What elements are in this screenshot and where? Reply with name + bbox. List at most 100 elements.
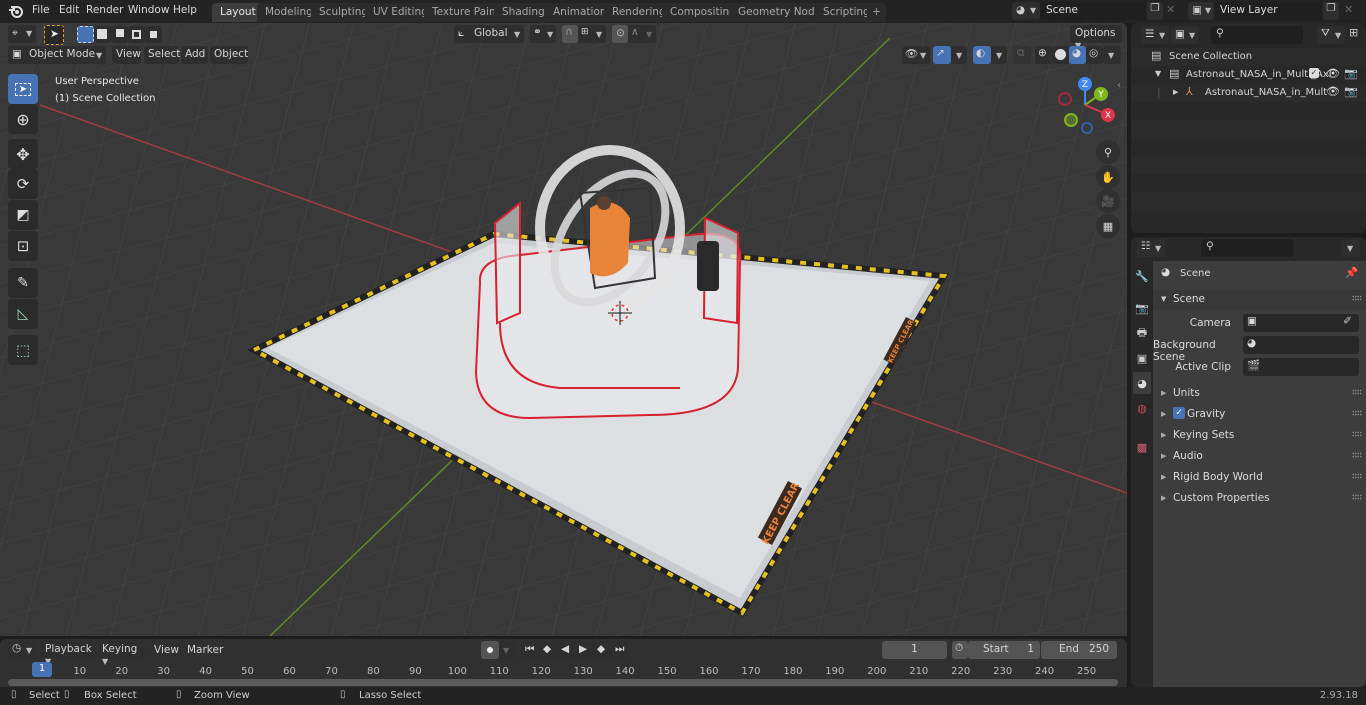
gizmo-neg-x[interactable]	[1058, 92, 1072, 106]
tab-scene[interactable]: ◕	[1133, 372, 1151, 394]
background-scene-field[interactable]: ◕	[1243, 336, 1359, 354]
tab-texture[interactable]: ▩	[1133, 436, 1151, 458]
playback-dropdown[interactable]: Playback ▼	[40, 641, 96, 666]
overlays-toggle[interactable]: ◐	[973, 46, 991, 64]
outliner-search-input[interactable]: ⚲	[1211, 26, 1303, 44]
menu-window[interactable]: Window	[128, 4, 169, 16]
camera-view-button[interactable]: 🎥	[1096, 189, 1120, 213]
mode-dropdown[interactable]: ▣ Object Mode ▼	[8, 46, 106, 64]
menu-edit[interactable]: Edit	[59, 4, 79, 16]
timeline-scrollbar[interactable]	[8, 679, 1118, 686]
editor-type-button[interactable]: ⌖ ▼	[8, 25, 36, 43]
eye-icon[interactable]: 👁	[1326, 85, 1340, 98]
menu-object[interactable]: Object	[210, 46, 248, 64]
timeline-editor-type-button[interactable]: ◷ ▼	[8, 641, 36, 659]
panel-custom-properties[interactable]: ▶ Custom Properties	[1153, 489, 1366, 509]
scene-name-field[interactable]: Scene	[1040, 2, 1146, 20]
preview-range-toggle[interactable]: ⏱	[952, 641, 968, 659]
exclude-checkbox[interactable]: ✓	[1309, 68, 1319, 78]
zoom-view-button[interactable]: ⚲	[1096, 140, 1120, 164]
display-mode-dropdown[interactable]: ▣ ▼	[1171, 26, 1199, 44]
tool-move[interactable]: ✥	[8, 139, 38, 169]
drag-handle-icon[interactable]	[1352, 389, 1362, 395]
menu-view[interactable]: View	[112, 46, 141, 64]
expand-arrow-icon[interactable]: ▶	[1173, 88, 1178, 96]
overlays-dropdown[interactable]: ▼	[991, 46, 1007, 64]
next-keyframe-icon[interactable]: ◆	[597, 643, 605, 655]
tool-add-cube[interactable]: ⬚	[8, 335, 38, 365]
properties-editor-type-button[interactable]: ☷ ▼	[1137, 239, 1165, 257]
gizmo-neg-y[interactable]	[1064, 113, 1078, 127]
menu-select[interactable]: Select	[144, 46, 180, 64]
tool-scale[interactable]: ◩	[8, 200, 38, 230]
panel-units[interactable]: ▶ Units	[1153, 384, 1366, 404]
tab-render[interactable]: 📷	[1133, 297, 1151, 319]
end-frame-field[interactable]: End 250	[1041, 641, 1117, 659]
start-frame-field[interactable]: Start 1	[968, 641, 1040, 659]
gizmo-dropdown[interactable]: ▼	[951, 46, 967, 64]
properties-search-input[interactable]: ⚲	[1201, 239, 1293, 257]
select-invert-mode-button[interactable]	[128, 26, 145, 43]
navigation-gizmo[interactable]: Z Y X	[1052, 75, 1122, 135]
drag-handle-icon[interactable]	[1352, 410, 1362, 416]
tool-measure[interactable]: ◺	[8, 299, 38, 329]
unlink-scene-icon[interactable]: ✕	[1166, 3, 1175, 16]
camera-render-icon[interactable]: 📷	[1344, 85, 1358, 98]
shading-rendered-button[interactable]: ◎	[1086, 46, 1103, 64]
tool-rotate[interactable]: ⟳	[8, 169, 38, 199]
drag-handle-icon[interactable]	[1352, 431, 1362, 437]
play-reverse-icon[interactable]: ◀	[561, 643, 569, 655]
select-subtract-mode-button[interactable]	[111, 26, 128, 43]
pin-icon[interactable]: 📌	[1345, 266, 1358, 279]
xray-toggle[interactable]: ⧉	[1013, 46, 1031, 64]
menu-marker[interactable]: Marker	[187, 644, 223, 656]
tab-layout[interactable]: Layout	[212, 3, 264, 22]
camera-render-icon[interactable]: 📷	[1344, 67, 1358, 80]
3d-viewport[interactable]: KEEP CLEAR KEEP CLEAR ⌖ ▼ ➤ ⟀ Global ▼ ⚭…	[0, 23, 1127, 636]
filter-dropdown[interactable]: ⛛ ▼	[1317, 26, 1345, 44]
sidebar-toggle-icon[interactable]: ‹	[1117, 80, 1121, 91]
shading-material-button[interactable]: ◕	[1069, 46, 1086, 64]
eye-icon[interactable]: 👁	[1326, 67, 1340, 80]
tool-select-box[interactable]: ➤	[8, 74, 38, 104]
new-scene-icon[interactable]: ❐	[1147, 2, 1163, 20]
tool-transform[interactable]: ⊡	[8, 231, 38, 261]
current-frame-field[interactable]: 1	[882, 641, 947, 659]
gizmo-toggle[interactable]: ↗	[933, 46, 951, 64]
panel-gravity[interactable]: ▶ ✓ Gravity	[1153, 405, 1366, 425]
snap-target-dropdown[interactable]: ⊞ ▼	[578, 25, 606, 43]
shading-wireframe-button[interactable]: ⊕	[1035, 46, 1052, 64]
drag-handle-icon[interactable]	[1352, 473, 1362, 479]
tab-world[interactable]: ◍	[1133, 397, 1151, 419]
expand-arrow-icon[interactable]: ▼	[1155, 69, 1161, 78]
auto-keying-dropdown[interactable]: ▼	[499, 641, 515, 659]
tab-output[interactable]: 🖶	[1133, 322, 1151, 344]
gizmo-neg-z[interactable]	[1081, 122, 1093, 134]
menu-help[interactable]: Help	[173, 4, 197, 16]
outliner-row-scene-collection[interactable]: ▤ Scene Collection	[1131, 48, 1366, 66]
options-dropdown[interactable]: Options ▼	[1070, 25, 1122, 50]
select-intersect-mode-button[interactable]	[145, 26, 162, 43]
blender-logo-icon[interactable]	[8, 3, 24, 22]
menu-file[interactable]: File	[32, 4, 50, 16]
auto-keying-toggle[interactable]	[481, 641, 499, 659]
drag-handle-icon[interactable]	[1352, 494, 1362, 500]
tab-view-layer[interactable]: ▣	[1133, 347, 1151, 369]
menu-view[interactable]: View	[154, 644, 179, 656]
drag-handle-icon[interactable]	[1352, 295, 1362, 301]
gravity-checkbox[interactable]: ✓	[1173, 407, 1185, 419]
visibility-dropdown[interactable]: 👁 ▼	[902, 46, 930, 64]
transform-orientation-dropdown[interactable]: ⟀ Global ▼	[454, 25, 524, 43]
proportional-falloff-dropdown[interactable]: ∧ ▼	[628, 25, 656, 43]
outliner-row-collection[interactable]: ▼ ▤ Astronaut_NASA_in_Multi_Axi ✓ 👁 📷	[1131, 66, 1366, 84]
shading-dropdown[interactable]: ▼	[1103, 46, 1121, 64]
select-new-mode-button[interactable]	[77, 26, 94, 43]
outliner-editor-type-button[interactable]: ☰ ▼	[1141, 26, 1169, 44]
tool-cursor[interactable]: ⊕	[8, 104, 38, 134]
snap-toggle[interactable]: ∩	[562, 25, 578, 43]
pan-view-button[interactable]: ✋	[1096, 165, 1120, 189]
active-clip-field[interactable]: 🎬	[1243, 358, 1359, 376]
tweak-tool-button[interactable]: ➤	[44, 25, 64, 45]
panel-rigid-body-world[interactable]: ▶ Rigid Body World	[1153, 468, 1366, 488]
new-collection-icon[interactable]: ⊞	[1349, 26, 1358, 39]
